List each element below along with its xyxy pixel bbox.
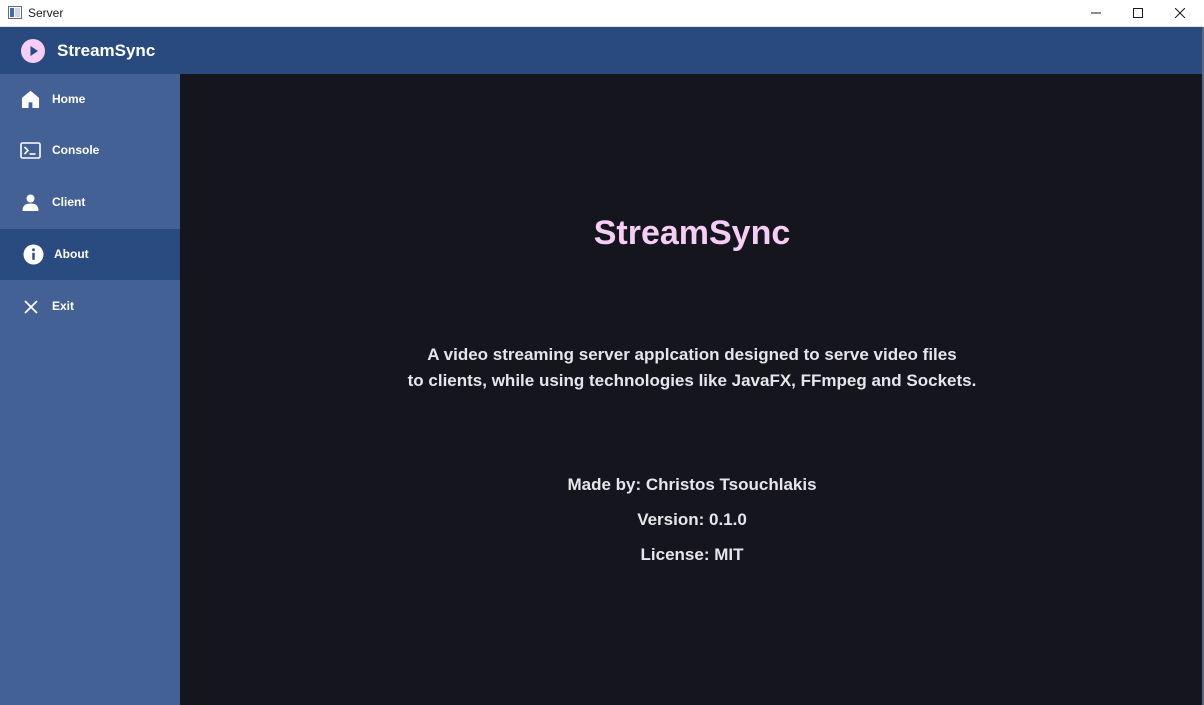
home-icon <box>20 89 41 110</box>
minimize-button[interactable] <box>1074 0 1118 26</box>
sidebar-item-about[interactable]: About <box>0 229 180 280</box>
minimize-icon <box>1091 12 1101 14</box>
close-window-button[interactable] <box>1158 0 1202 26</box>
sidebar-item-console[interactable]: Console <box>0 125 180 176</box>
maximize-icon <box>1133 8 1143 18</box>
license-text: License: MIT <box>640 545 744 564</box>
sidebar-item-label: Console <box>52 143 100 157</box>
sidebar-item-label: About <box>54 247 89 261</box>
window-titlebar: Server <box>0 0 1204 27</box>
sidebar-item-exit[interactable]: Exit <box>0 281 180 332</box>
user-icon <box>20 192 41 213</box>
made-by-text: Made by: Christos Tsouchlakis <box>567 475 817 494</box>
sidebar-item-client[interactable]: Client <box>0 177 180 228</box>
description-line: A video streaming server applcation desi… <box>427 345 957 364</box>
close-icon <box>1175 8 1185 18</box>
version-text: Version: 0.1.0 <box>637 510 747 529</box>
sidebar: Home Console Client About Exit <box>0 74 180 705</box>
close-icon <box>20 296 41 317</box>
sidebar-item-label: Client <box>52 195 86 209</box>
sidebar-item-home[interactable]: Home <box>0 74 180 125</box>
sidebar-item-label: Exit <box>52 299 75 313</box>
about-panel: StreamSync A video streaming server appl… <box>180 74 1204 705</box>
app-window-icon <box>8 6 22 19</box>
window-title: Server <box>28 6 64 20</box>
about-title: StreamSync <box>593 214 791 252</box>
app-header: StreamSync <box>0 27 1204 74</box>
info-icon <box>23 244 44 265</box>
sidebar-item-label: Home <box>52 92 86 106</box>
maximize-button[interactable] <box>1116 0 1160 26</box>
app-title: StreamSync <box>57 41 156 60</box>
play-circle-icon <box>21 39 45 63</box>
about-description: A video streaming server applcation desi… <box>180 342 1204 394</box>
description-line: to clients, while using technologies lik… <box>407 371 977 390</box>
console-icon <box>20 140 41 161</box>
